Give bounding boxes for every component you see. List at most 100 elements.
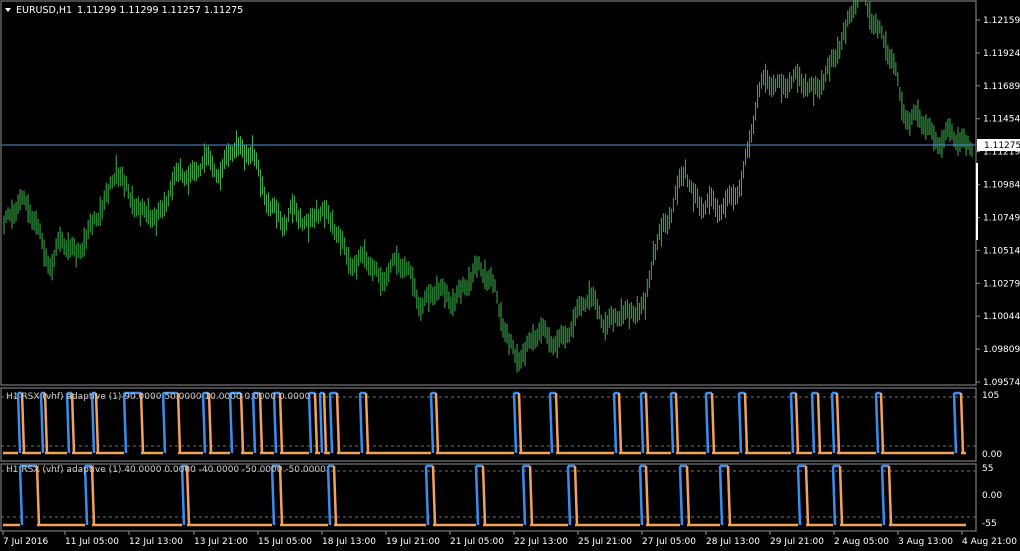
indicator-transition — [335, 392, 341, 454]
indicator-transition — [512, 392, 518, 454]
indicator-transition — [258, 392, 264, 454]
axis-scroll-marker[interactable] — [976, 163, 978, 240]
indicator1-title: H1 RSX (vhf) adaptive (1) 90.0000 50.000… — [6, 392, 311, 402]
indicator-transition — [39, 392, 45, 454]
indicator-transition — [952, 392, 958, 454]
indicator-transition — [328, 392, 334, 454]
time-tick-label: 18 Jul 13:00 — [322, 537, 376, 547]
indicator-transition — [364, 392, 370, 454]
price-tick-label: 1.10044 — [983, 312, 1020, 322]
price-tick-label: 1.10749 — [983, 213, 1020, 223]
current-price-value: 1.11275 — [984, 141, 1020, 151]
time-tick-label: 4 Aug 21:00 — [962, 537, 1017, 547]
time-tick-label: 25 Jul 21:00 — [578, 537, 632, 547]
price-candles — [3, 0, 973, 373]
price-tick-label: 1.12159 — [983, 16, 1020, 26]
indicator-transition — [474, 465, 480, 526]
indicator-transition — [573, 465, 579, 526]
indicator-transition — [429, 392, 435, 454]
indicator-transition — [710, 392, 716, 454]
price-tick-label: 1.10514 — [983, 246, 1020, 256]
indicator-transition — [434, 392, 440, 454]
time-tick-label: 13 Jul 21:00 — [194, 537, 248, 547]
indicator-transition — [161, 392, 167, 454]
indicator-transition — [424, 465, 430, 526]
indicator-transition — [239, 392, 245, 454]
indicator-transition — [548, 392, 554, 454]
indicator1-axis-bottom: 0.00 — [982, 450, 1002, 460]
indicator-transition — [521, 465, 527, 526]
time-tick-label: 22 Jul 13:00 — [514, 537, 568, 547]
time-tick-label: 15 Jul 05:00 — [258, 537, 312, 547]
indicator-transition — [879, 392, 885, 454]
indicator-transition — [639, 392, 645, 454]
indicator-transition — [794, 392, 800, 454]
indicator-transition — [332, 465, 338, 526]
dropdown-triangle-icon[interactable] — [5, 8, 11, 12]
indicator-transition — [737, 392, 743, 454]
indicator-transition — [644, 392, 650, 454]
indicator-transition — [207, 392, 213, 454]
time-tick-label: 3 Aug 13:00 — [898, 537, 953, 547]
indicator-transition — [431, 465, 437, 526]
indicator-transition — [313, 392, 319, 454]
indicator-transition — [959, 392, 965, 454]
price-tick-label: 1.11454 — [983, 115, 1020, 125]
price-tick-label: 1.09574 — [983, 378, 1020, 388]
indicator-transition — [830, 392, 836, 454]
symbol-label: EURUSD,H1 — [16, 5, 72, 16]
indicator-transition — [70, 392, 76, 454]
indicator-transition — [617, 392, 623, 454]
time-axis: 7 Jul 2016 11 Jul 05:00 12 Jul 13:00 13 Jul… — [2, 531, 1017, 547]
indicator-transition — [718, 465, 724, 526]
indicator-transition — [94, 392, 100, 454]
indicator-transition — [669, 392, 675, 454]
indicator-transition — [528, 465, 534, 526]
indicator-transition — [566, 465, 572, 526]
indicator-transition — [20, 392, 26, 454]
indicator1-axis-top: 105 — [982, 391, 999, 401]
ohlc-values: 1.11299 1.11299 1.11257 1.11275 — [77, 5, 243, 16]
price-tick-label: 1.09809 — [983, 345, 1020, 355]
indicator-transition — [612, 392, 618, 454]
indicator-transition — [831, 465, 837, 526]
indicator-transition — [322, 392, 328, 454]
indicator-transition — [122, 392, 128, 454]
indicator-transition — [481, 465, 487, 526]
indicator-transition — [644, 465, 650, 526]
indicator-transition — [887, 465, 893, 526]
time-tick-label: 21 Jul 05:00 — [450, 537, 504, 547]
indicator-transition — [743, 392, 749, 454]
indicator-transition — [880, 465, 886, 526]
trading-chart[interactable]: EURUSD,H1 1.11299 1.11299 1.11257 1.1127… — [0, 0, 1020, 551]
indicator-transition — [90, 392, 96, 454]
time-tick-label: 7 Jul 2016 — [3, 537, 48, 547]
indicator-transition — [517, 392, 523, 454]
time-tick-label: 11 Jul 05:00 — [65, 537, 119, 547]
indicator-transition — [874, 392, 880, 454]
time-tick-label: 27 Jul 05:00 — [642, 537, 696, 547]
time-tick-label: 28 Jul 13:00 — [706, 537, 760, 547]
indicator-transition — [816, 392, 822, 454]
indicator2-axis-bottom: -55 — [982, 519, 997, 529]
indicator2-axis-mid: 0.00 — [982, 491, 1002, 501]
price-tick-label: 1.10279 — [983, 279, 1020, 289]
indicator-transition — [176, 392, 182, 454]
indicator-transition — [201, 392, 207, 454]
indicator-transition — [789, 392, 795, 454]
indicator-transition — [65, 392, 71, 454]
indicator-transition — [318, 392, 324, 454]
indicator2-axis-top: 55 — [982, 464, 993, 474]
indicator-transition — [685, 465, 691, 526]
indicator-transition — [43, 392, 49, 454]
indicator-transition — [804, 465, 810, 526]
indicator-transition — [251, 392, 257, 454]
indicator-transition — [674, 392, 680, 454]
indicator-transition — [638, 465, 644, 526]
indicator-transition — [554, 392, 560, 454]
price-tick-label: 1.11924 — [983, 49, 1020, 59]
indicator-transition — [278, 392, 284, 454]
indicator-transition — [16, 392, 22, 454]
indicator-transition — [726, 465, 732, 526]
indicator1-line — [3, 391, 966, 455]
